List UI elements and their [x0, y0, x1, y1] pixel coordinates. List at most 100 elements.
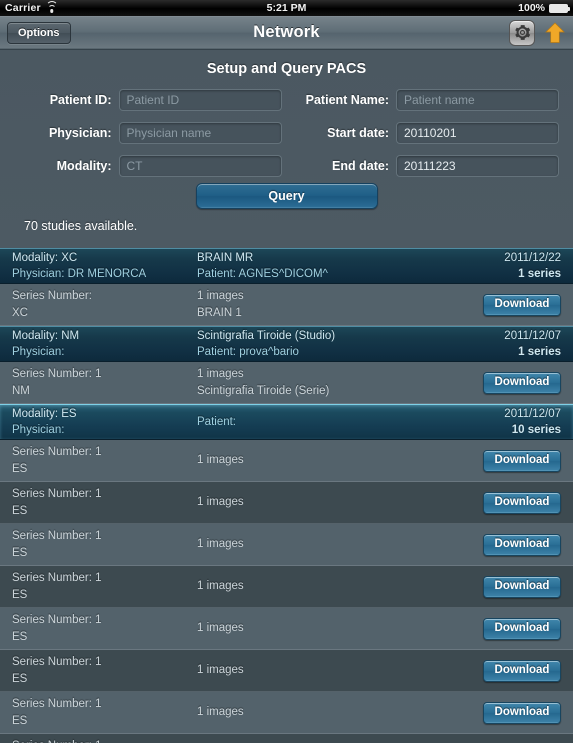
- series-description-cell: 1 images: [197, 452, 483, 469]
- series-row[interactable]: Series Number: 1ES1 images Download: [0, 692, 573, 734]
- download-button[interactable]: Download: [483, 575, 561, 598]
- series-number-cell: Series Number: 1ES: [12, 570, 197, 604]
- start-date-input[interactable]: 20110201: [396, 122, 559, 144]
- series-action-cell: Download: [483, 293, 561, 316]
- series-number: Series Number: 1: [12, 445, 102, 458]
- series-action-cell: Download: [483, 533, 561, 556]
- study-row[interactable]: Modality: ES Physician: Patient: 2011/12/07…: [0, 404, 573, 440]
- physician-input[interactable]: Physician name: [118, 122, 282, 144]
- series-description-cell: 1 images Scintigrafia Tiroide (Serie): [197, 366, 483, 400]
- field-patient-name: Patient Name: Patient name: [292, 89, 559, 111]
- study-description: BRAIN MR: [197, 252, 254, 264]
- download-button[interactable]: Download: [483, 293, 561, 316]
- series-action-cell: Download: [483, 491, 561, 514]
- study-date: 2011/12/07: [504, 408, 561, 420]
- series-action-cell: Download: [483, 449, 561, 472]
- battery-full-icon: [549, 3, 571, 13]
- study-patient: Patient: prova^bario: [197, 346, 299, 358]
- study-modality: Modality: XC: [12, 252, 78, 264]
- series-row[interactable]: Series Number: 1ES1 imagesDownload: [0, 440, 573, 482]
- series-number: Series Number: 1: [12, 367, 102, 380]
- results-list[interactable]: Modality: XC Physician: DR MENORCA BRAIN M…: [0, 248, 573, 743]
- patient-name-input[interactable]: Patient name: [396, 89, 559, 111]
- series-modality: ES: [12, 630, 28, 643]
- study-physician: Physician:: [12, 346, 65, 358]
- study-patient: Patient:: [197, 416, 236, 428]
- series-images: 1 images: [197, 580, 244, 592]
- study-row[interactable]: Modality: XC Physician: DR MENORCA BRAIN M…: [0, 248, 573, 284]
- form-grid: Patient ID: Patient ID Physician: Physic…: [0, 89, 573, 177]
- series-row[interactable]: Series Number: 1ES1 imagesDownload: [0, 734, 573, 743]
- field-modality: Modality: CT: [14, 155, 282, 177]
- series-row[interactable]: Series Number: 1ES1 imagesDownload: [0, 608, 573, 650]
- series-number: Series Number:: [12, 289, 92, 302]
- study-date: 2011/12/07: [504, 330, 561, 342]
- download-button[interactable]: Download: [483, 701, 561, 724]
- series-number-cell: Series Number: 1ES: [12, 738, 197, 743]
- series-number-cell: Series Number: 1ES: [12, 696, 197, 730]
- study-description-cell: Patient:: [197, 414, 471, 430]
- study-meta-cell: 2011/12/07 1 series: [471, 328, 561, 360]
- series-action-cell: Download: [483, 659, 561, 682]
- download-button[interactable]: Download: [483, 449, 561, 472]
- series-modality: ES: [12, 504, 28, 517]
- form-column-right: Patient Name: Patient name Start date: 2…: [292, 89, 559, 177]
- series-row[interactable]: Series Number: 1ES1 imagesDownload: [0, 524, 573, 566]
- series-number-cell: Series Number: 1ES: [12, 444, 197, 478]
- series-images: 1 images: [197, 664, 244, 676]
- download-button[interactable]: Download: [483, 371, 561, 394]
- series-images: 1 images: [197, 289, 244, 302]
- series-number: Series Number: 1: [12, 655, 102, 668]
- study-modality-cell: Modality: NM Physician:: [12, 328, 197, 360]
- series-modality: XC: [12, 306, 28, 319]
- series-number-cell: Series Number: 1 ES: [12, 612, 197, 646]
- series-row[interactable]: Series Number: XC 1 images BRAIN 1 Download: [0, 284, 573, 326]
- status-bar-time: 5:21 PM: [266, 2, 307, 14]
- patient-id-input[interactable]: Patient ID: [118, 89, 282, 111]
- study-row[interactable]: Modality: NM Physician: Scintigrafia Tiroi…: [0, 326, 573, 362]
- series-action-cell: Download: [483, 701, 561, 724]
- download-button[interactable]: Download: [483, 491, 561, 514]
- form-column-left: Patient ID: Patient ID Physician: Physic…: [14, 89, 292, 177]
- series-description: BRAIN 1: [197, 306, 242, 319]
- series-number: Series Number: 1: [12, 529, 102, 542]
- end-date-input[interactable]: 20111223: [396, 155, 559, 177]
- patient-id-label: Patient ID:: [49, 93, 112, 107]
- series-modality: ES: [12, 672, 28, 685]
- query-button[interactable]: Query: [195, 183, 378, 209]
- series-number-cell: Series Number: 1 ES: [12, 654, 197, 688]
- query-form-panel: Setup and Query PACS Patient ID: Patient…: [0, 50, 573, 248]
- series-number: Series Number: 1: [12, 738, 197, 743]
- series-images: 1 images: [197, 706, 244, 718]
- series-description: Scintigrafia Tiroide (Serie): [197, 384, 330, 397]
- series-row[interactable]: Series Number: 1ES1 images Download: [0, 566, 573, 608]
- study-physician: Physician:: [12, 424, 65, 436]
- study-series-count: 1 series: [518, 346, 561, 358]
- study-modality-cell: Modality: ES Physician:: [12, 406, 197, 438]
- study-patient: Patient: AGNES^DICOM^: [197, 268, 328, 280]
- study-modality: Modality: NM: [12, 330, 80, 342]
- series-number-cell: Series Number: 1 ES: [12, 486, 197, 520]
- series-number: Series Number: 1: [12, 613, 102, 626]
- series-description-cell: 1 images BRAIN 1: [197, 288, 483, 322]
- series-images: 1 images: [197, 367, 244, 380]
- studies-available-label: 70 studies available.: [24, 219, 138, 233]
- download-button[interactable]: Download: [483, 617, 561, 640]
- series-number: Series Number: 1: [12, 487, 102, 500]
- series-action-cell: Download: [483, 371, 561, 394]
- series-modality: ES: [12, 714, 28, 727]
- page-title: Network: [253, 23, 320, 41]
- download-button[interactable]: Download: [483, 659, 561, 682]
- field-start-date: Start date: 20110201: [292, 122, 559, 144]
- series-action-cell: Download: [483, 575, 561, 598]
- series-row[interactable]: Series Number: 1 NM 1 images Scintigrafia T…: [0, 362, 573, 404]
- download-button[interactable]: Download: [483, 533, 561, 556]
- series-row[interactable]: Series Number: 1 ES 1 images Download: [0, 650, 573, 692]
- study-series-count: 1 series: [518, 268, 561, 280]
- series-row[interactable]: Series Number: 1ES1 imagesDownload: [0, 482, 573, 524]
- series-number: Series Number: 1: [12, 571, 102, 584]
- study-meta-cell: 2011/12/07 10 series: [471, 406, 561, 438]
- modality-input[interactable]: CT: [118, 155, 282, 177]
- end-date-label: End date:: [332, 159, 389, 173]
- start-date-label: Start date:: [327, 126, 389, 140]
